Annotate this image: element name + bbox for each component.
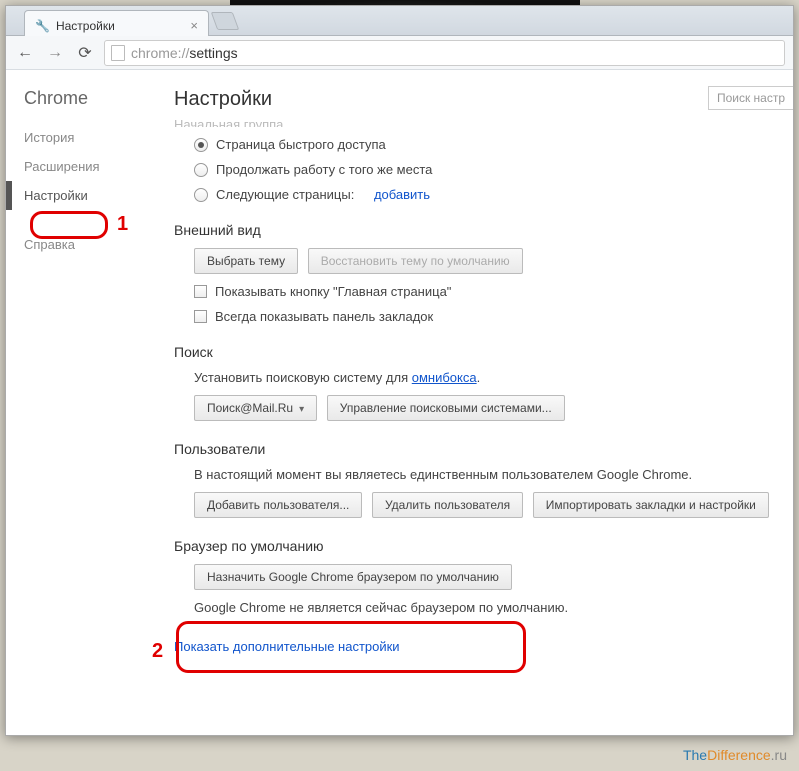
sidebar-item-settings[interactable]: Настройки xyxy=(6,181,156,210)
tab-strip: 🔧 Настройки × xyxy=(6,6,793,36)
show-bookmarks-checkbox[interactable]: Всегда показывать панель закладок xyxy=(194,309,775,324)
search-desc: Установить поисковую систему для xyxy=(194,370,412,385)
add-user-button[interactable]: Добавить пользователя... xyxy=(194,492,362,518)
startup-option-fast[interactable]: Страница быстрого доступа xyxy=(194,137,775,152)
close-icon[interactable]: × xyxy=(190,18,198,33)
omnibox[interactable]: chrome://settings xyxy=(104,40,785,66)
settings-search-input[interactable]: Поиск настр xyxy=(708,86,793,110)
browser-window: 🔧 Настройки × ← → ⟳ chrome://settings Ch… xyxy=(5,5,794,736)
delete-user-button[interactable]: Удалить пользователя xyxy=(372,492,523,518)
url-path: settings xyxy=(189,45,237,61)
page-icon xyxy=(111,45,125,61)
section-appearance-heading: Внешний вид xyxy=(174,222,775,238)
checkbox-label: Показывать кнопку "Главная страница" xyxy=(215,284,451,299)
omnibox-link[interactable]: омнибокса xyxy=(412,370,477,385)
section-users-heading: Пользователи xyxy=(174,441,775,457)
wrench-icon: 🔧 xyxy=(35,19,50,33)
forward-button: → xyxy=(44,42,66,64)
section-search: Установить поисковую систему для омнибок… xyxy=(174,370,775,421)
search-engine-select[interactable]: Поиск@Mail.Ru▾ xyxy=(194,395,317,421)
section-users: В настоящий момент вы являетесь единстве… xyxy=(174,467,775,518)
checkbox-icon xyxy=(194,310,207,323)
startup-add-link[interactable]: добавить xyxy=(374,187,430,202)
manage-search-button[interactable]: Управление поисковыми системами... xyxy=(327,395,565,421)
radio-icon xyxy=(194,188,208,202)
radio-label: Следующие страницы: xyxy=(216,187,354,202)
startup-option-pages[interactable]: Следующие страницы: добавить xyxy=(194,187,775,202)
checkbox-icon xyxy=(194,285,207,298)
brand-label: Chrome xyxy=(6,88,156,123)
reset-theme-button: Восстановить тему по умолчанию xyxy=(308,248,523,274)
content-area: Chrome История Расширения Настройки Спра… xyxy=(6,70,793,735)
import-bookmarks-button[interactable]: Импортировать закладки и настройки xyxy=(533,492,769,518)
back-button[interactable]: ← xyxy=(14,42,36,64)
section-search-heading: Поиск xyxy=(174,344,775,360)
show-advanced-link[interactable]: Показать дополнительные настройки xyxy=(174,639,400,654)
show-home-checkbox[interactable]: Показывать кнопку "Главная страница" xyxy=(194,284,775,299)
default-browser-status: Google Chrome не является сейчас браузер… xyxy=(194,600,775,615)
tab-settings[interactable]: 🔧 Настройки × xyxy=(24,10,209,36)
choose-theme-button[interactable]: Выбрать тему xyxy=(194,248,298,274)
radio-label: Продолжать работу с того же места xyxy=(216,162,432,177)
sidebar-item-help[interactable]: Справка xyxy=(6,230,156,259)
section-default-browser: Назначить Google Chrome браузером по умо… xyxy=(174,564,775,615)
sidebar-item-history[interactable]: История xyxy=(6,123,156,152)
tab-title: Настройки xyxy=(56,19,115,33)
sidebar: Chrome История Расширения Настройки Спра… xyxy=(6,70,156,735)
new-tab-button[interactable] xyxy=(211,12,240,30)
sidebar-item-extensions[interactable]: Расширения xyxy=(6,152,156,181)
users-desc: В настоящий момент вы являетесь единстве… xyxy=(194,467,775,482)
reload-button[interactable]: ⟳ xyxy=(74,42,96,64)
annotation-number-1: 1 xyxy=(117,213,128,236)
section-appearance: Выбрать тему Восстановить тему по умолча… xyxy=(174,248,775,324)
watermark: TheDifference.ru xyxy=(683,747,787,763)
url-scheme: chrome:// xyxy=(131,45,189,61)
page-title: Настройки xyxy=(174,88,775,111)
section-startup: Страница быстрого доступа Продолжать раб… xyxy=(174,137,775,202)
radio-icon xyxy=(194,138,208,152)
chevron-down-icon: ▾ xyxy=(299,404,304,415)
set-default-browser-button[interactable]: Назначить Google Chrome браузером по умо… xyxy=(194,564,512,590)
checkbox-label: Всегда показывать панель закладок xyxy=(215,309,433,324)
section-default-browser-heading: Браузер по умолчанию xyxy=(174,538,775,554)
startup-option-continue[interactable]: Продолжать работу с того же места xyxy=(194,162,775,177)
radio-label: Страница быстрого доступа xyxy=(216,137,386,152)
radio-icon xyxy=(194,163,208,177)
section-startup-heading: Начальная группа xyxy=(174,117,775,127)
toolbar: ← → ⟳ chrome://settings xyxy=(6,36,793,70)
annotation-number-2: 2 xyxy=(152,640,163,663)
settings-main: Настройки Поиск настр Начальная группа С… xyxy=(156,70,793,735)
